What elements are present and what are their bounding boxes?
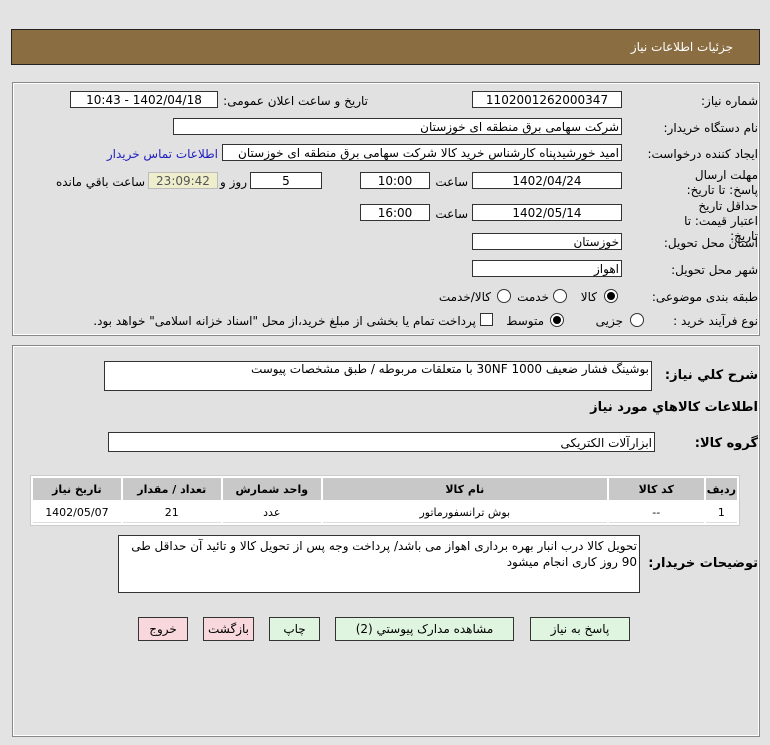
category-option-service: خدمت <box>517 290 549 304</box>
validity-time-label: ساعت <box>435 207 468 221</box>
province-label: استان محل تحویل: <box>663 236 758 250</box>
treasury-payment-checkbox[interactable] <box>480 313 493 326</box>
city-field: اهواز <box>472 260 622 277</box>
cell-quantity: 21 <box>122 502 221 523</box>
summary-field: بوشینگ فشار ضعیف 1000 30NF با متعلقات مر… <box>104 361 652 391</box>
category-option-goods: کالا <box>580 290 597 304</box>
cell-unit: عدد <box>222 502 321 523</box>
buyer-field: شرکت سهامی برق منطقه ای خوزستان <box>173 118 622 135</box>
col-date: تاریخ نیاز <box>33 478 121 500</box>
days-label: روز و <box>220 175 247 189</box>
deadline-time-field: 10:00 <box>360 172 430 189</box>
back-button[interactable]: بازگشت <box>203 617 254 641</box>
category-radio-service[interactable] <box>553 289 567 303</box>
province-field: خوزستان <box>472 233 622 250</box>
goods-info-title: اطلاعات کالاهاي مورد نياز <box>590 400 758 415</box>
time-remaining-label: ساعت باقي مانده <box>55 175 145 189</box>
days-remaining-field: 5 <box>250 172 322 189</box>
creator-label: ایجاد کننده درخواست: <box>647 147 758 161</box>
view-attachments-button[interactable]: مشاهده مدارک پیوستي (2) <box>335 617 514 641</box>
buyer-contact-link[interactable]: اطلاعات تماس خریدار <box>107 147 218 161</box>
cell-date: 1402/05/07 <box>33 502 121 523</box>
need-number-label: شماره نیاز: <box>701 94 758 108</box>
deadline-time-label: ساعت <box>435 175 468 189</box>
validity-time-field: 16:00 <box>360 204 430 221</box>
city-label: شهر محل تحویل: <box>671 263 758 277</box>
process-option-minor: جزیی <box>595 314 623 328</box>
category-label: طبقه بندی موضوعی: <box>651 290 758 304</box>
announce-label: تاریخ و ساعت اعلان عمومی: <box>223 94 368 108</box>
col-row: ردیف <box>705 478 737 500</box>
cell-row: 1 <box>705 502 737 523</box>
deadline-label: مهلت ارسال پاسخ: تا تاریخ: <box>686 168 758 197</box>
deadline-date-field: 1402/04/24 <box>472 172 622 189</box>
process-label: نوع فرآیند خرید : <box>673 314 758 328</box>
col-name: نام کالا <box>322 478 607 500</box>
col-unit: واحد شمارش <box>222 478 321 500</box>
announce-field: 1402/04/18 - 10:43 <box>70 91 218 108</box>
table-row: 1 -- بوش ترانسفورماتور عدد 21 1402/05/07 <box>33 502 737 523</box>
need-number-field: 1102001262000347 <box>472 91 622 108</box>
time-remaining-field: 23:09:42 <box>148 172 218 189</box>
page-header: جزئیات اطلاعات نیاز <box>11 29 760 65</box>
creator-field: امید خورشیدپناه کارشناس خرید کالا شرکت س… <box>222 144 622 161</box>
process-radio-minor[interactable] <box>630 313 644 327</box>
page-title: جزئیات اطلاعات نیاز <box>630 40 733 54</box>
buyer-label: نام دستگاه خریدار: <box>663 121 759 135</box>
process-radio-medium[interactable] <box>550 313 564 327</box>
treasury-payment-note: پرداخت تمام یا بخشی از مبلغ خرید،از محل … <box>93 314 476 328</box>
summary-label: شرح کلي نياز: <box>664 368 758 383</box>
table-header-row: ردیف کد کالا نام کالا واحد شمارش تعداد /… <box>33 478 737 500</box>
category-radio-both[interactable] <box>497 289 511 303</box>
goods-table: ردیف کد کالا نام کالا واحد شمارش تعداد /… <box>30 475 740 526</box>
buyer-notes-field: تحویل کالا درب انبار بهره برداری اهواز م… <box>118 535 640 593</box>
category-radio-goods[interactable] <box>604 289 618 303</box>
cell-code: -- <box>608 502 704 523</box>
print-button[interactable]: چاپ <box>269 617 320 641</box>
exit-button[interactable]: خروج <box>138 617 188 641</box>
validity-date-field: 1402/05/14 <box>472 204 622 221</box>
reply-button[interactable]: پاسخ به نیاز <box>530 617 630 641</box>
goods-group-field: ابزارآلات الکتریکی <box>108 432 655 452</box>
process-option-medium: متوسط <box>506 314 544 328</box>
col-code: کد کالا <box>608 478 704 500</box>
category-option-both: کالا/خدمت <box>438 290 491 304</box>
goods-group-label: گروه کالا: <box>694 436 758 451</box>
buyer-notes-label: توضیحات خریدار: <box>648 556 758 571</box>
col-quantity: تعداد / مقدار <box>122 478 221 500</box>
cell-name: بوش ترانسفورماتور <box>322 502 607 523</box>
